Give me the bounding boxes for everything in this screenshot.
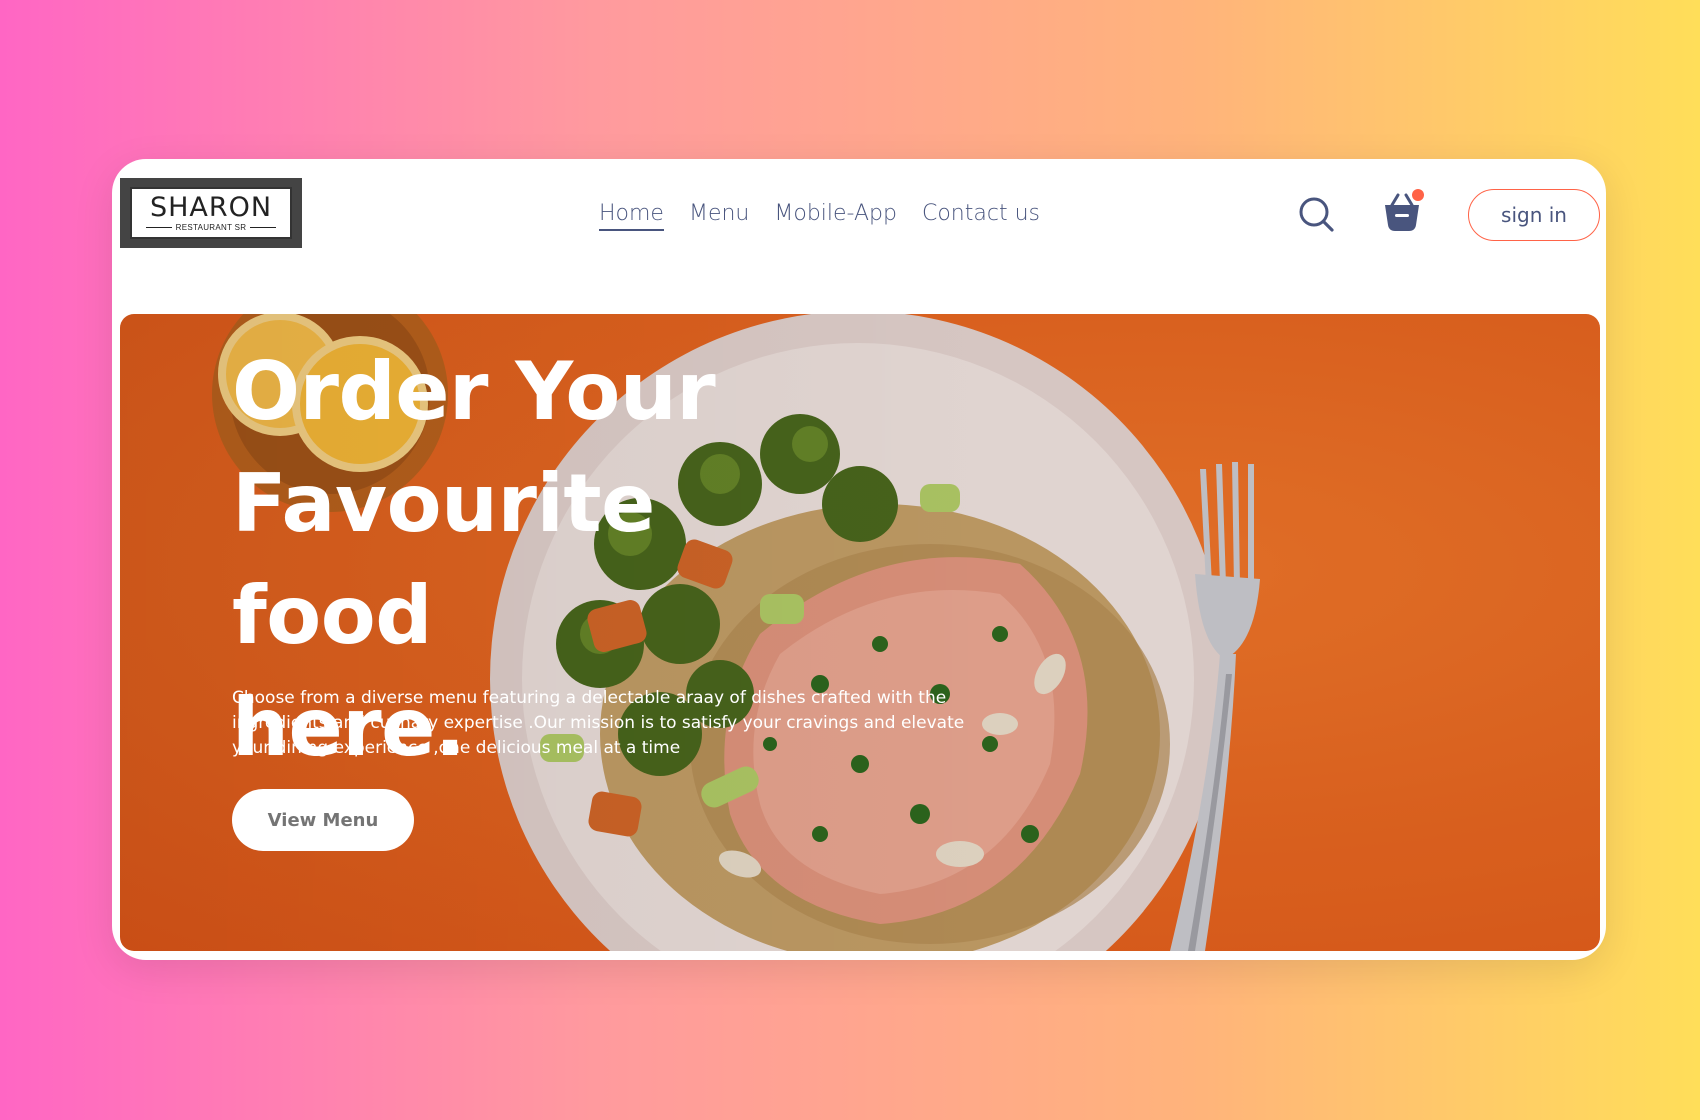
search-icon[interactable] bbox=[1297, 195, 1337, 235]
logo-tagline: RESTAURANT SR bbox=[175, 222, 247, 232]
nav-menu[interactable]: Menu bbox=[689, 201, 749, 231]
main-nav: Home Menu Mobile-App Contact us bbox=[599, 201, 1040, 231]
page-card: SHARON RESTAURANT SR Home Menu Mobile-Ap… bbox=[112, 159, 1606, 960]
sign-in-button[interactable]: sign in bbox=[1468, 189, 1600, 241]
nav-mobile-app[interactable]: Mobile-App bbox=[774, 201, 897, 231]
hero-description: Choose from a diverse menu featuring a d… bbox=[232, 688, 965, 758]
logo-wordmark: SHARON bbox=[149, 191, 273, 223]
nav-home[interactable]: Home bbox=[599, 201, 664, 231]
view-menu-button[interactable]: View Menu bbox=[232, 789, 414, 851]
nav-contact-us[interactable]: Contact us bbox=[922, 201, 1040, 231]
hero-banner: Order Your Favourite food here. Choose f… bbox=[120, 314, 1600, 951]
cart-badge-dot bbox=[1412, 189, 1424, 201]
basket-button[interactable] bbox=[1380, 189, 1424, 235]
logo[interactable]: SHARON RESTAURANT SR bbox=[120, 178, 302, 248]
